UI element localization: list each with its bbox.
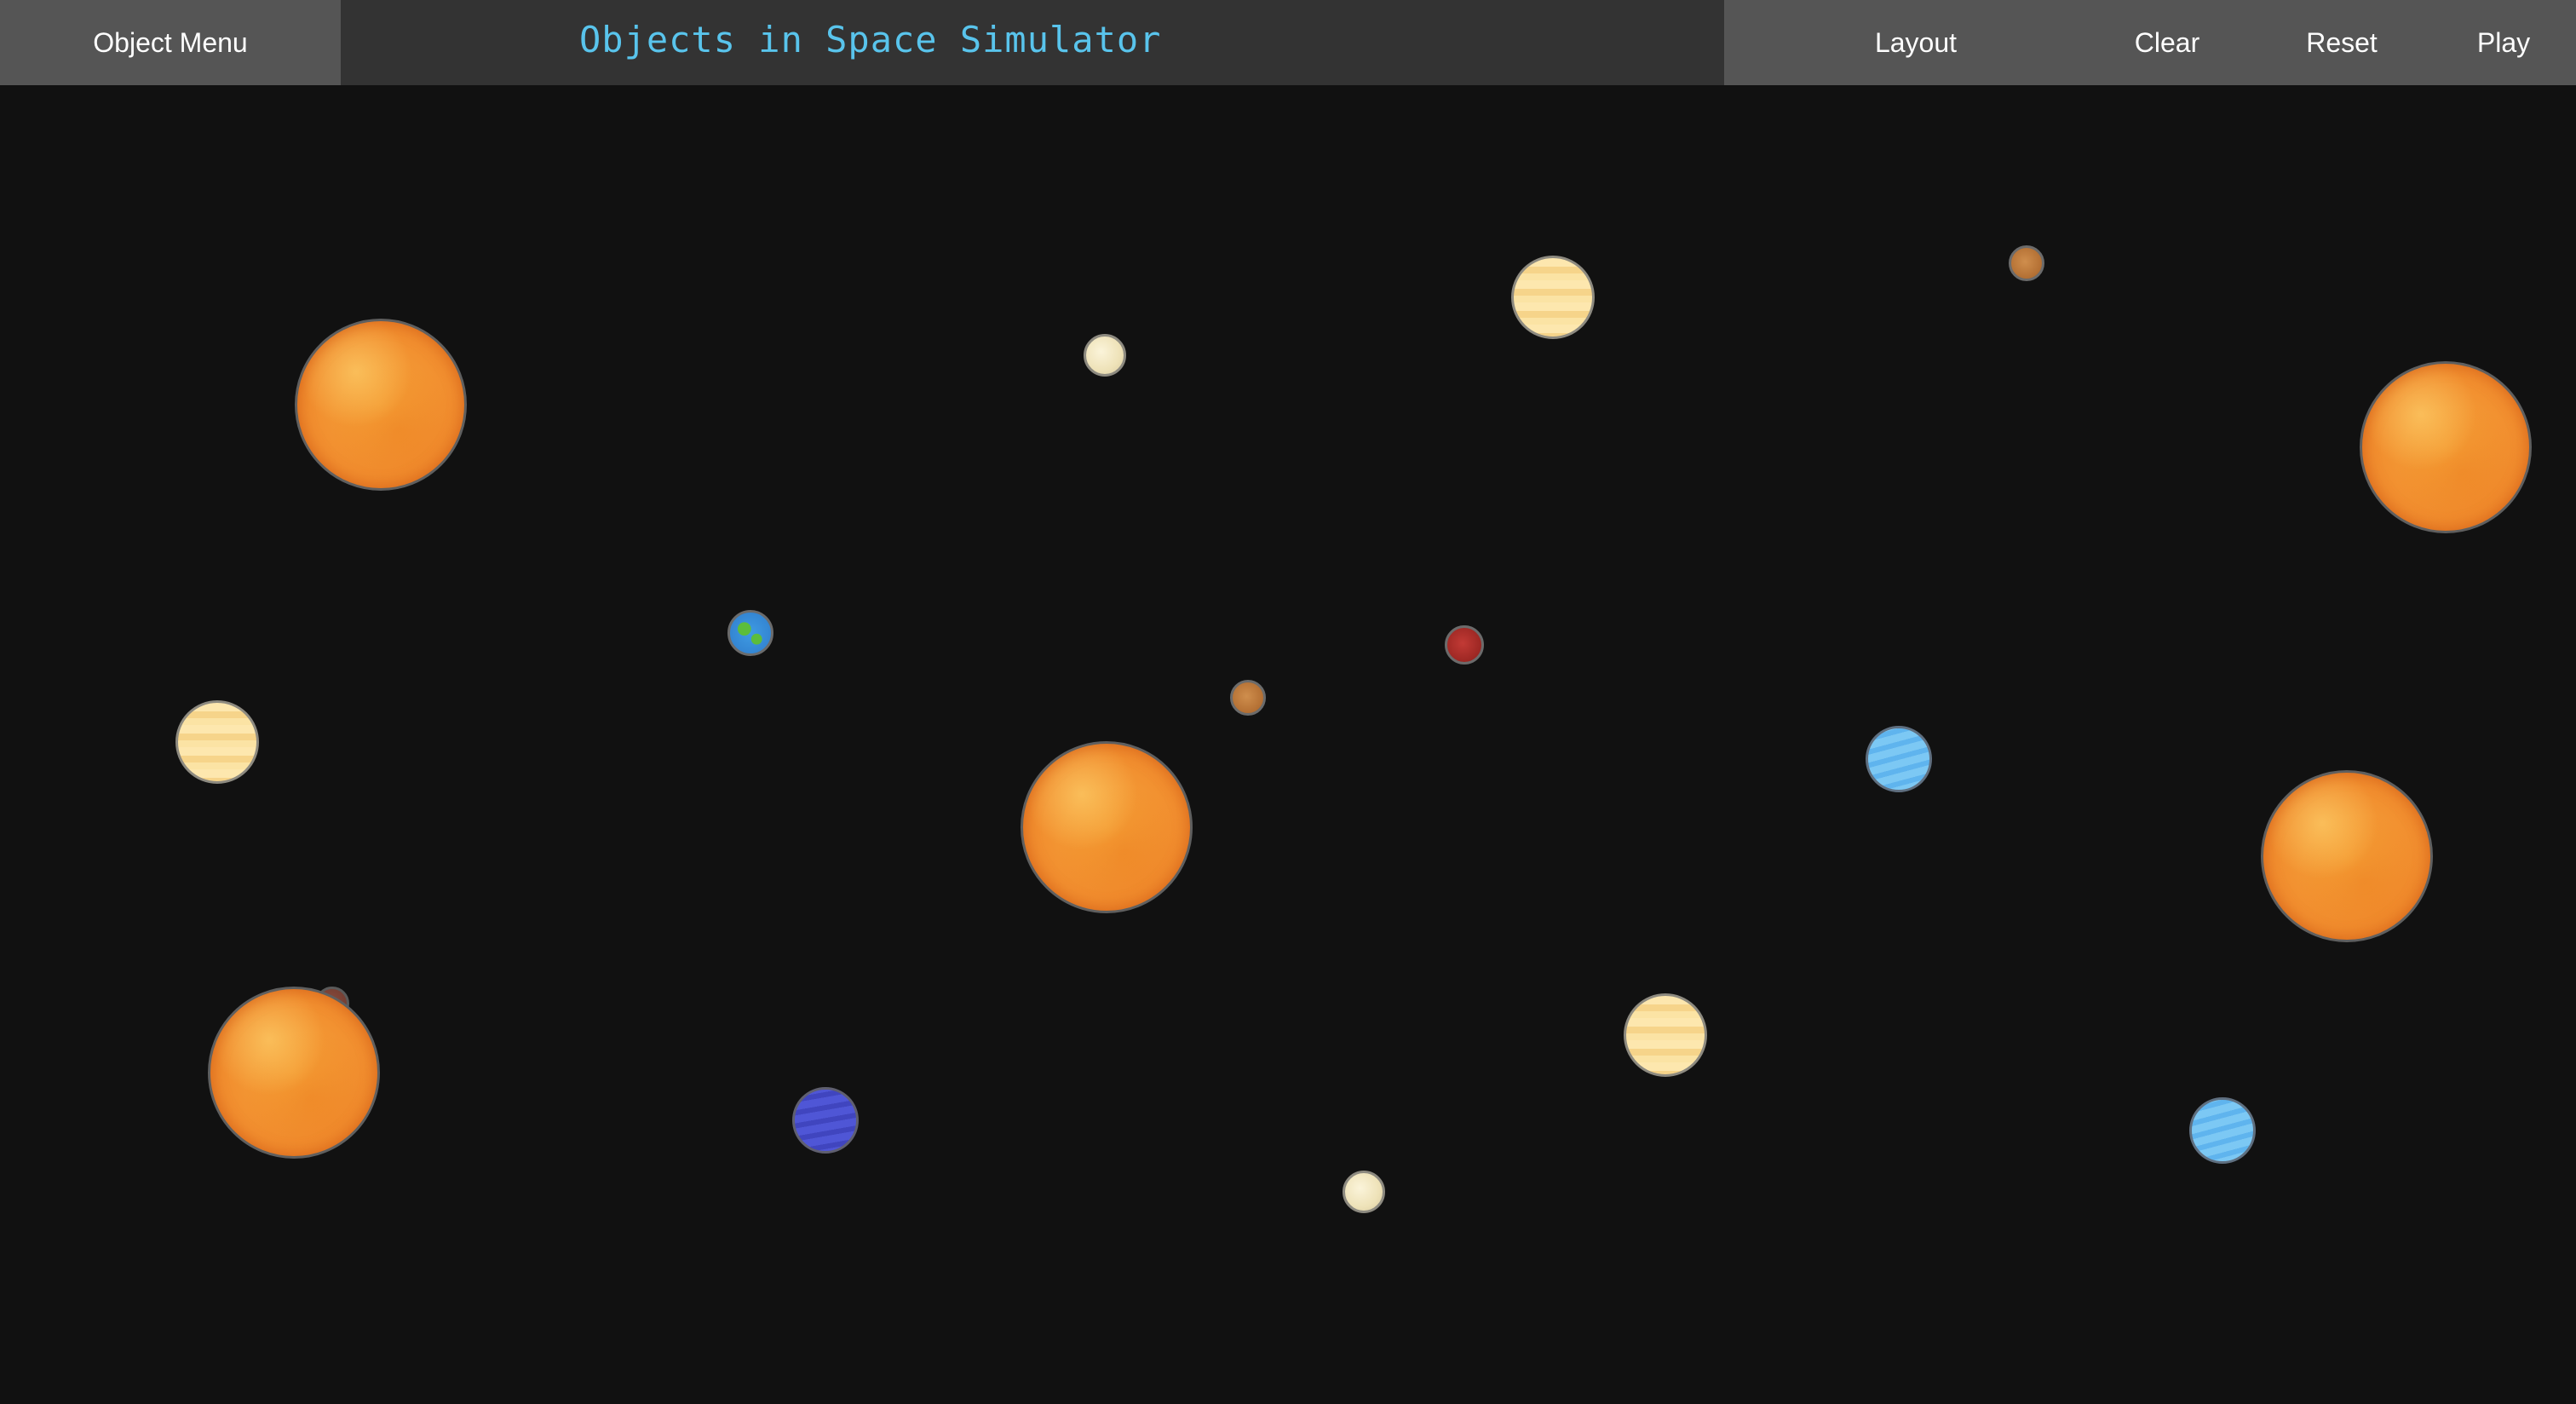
sun-object[interactable] [295,319,467,491]
sun-object[interactable] [2360,361,2532,533]
play-button[interactable]: Play [2431,0,2576,85]
top-bar: Object Menu Objects in Space Simulator L… [0,0,2576,85]
moon-object[interactable] [1343,1171,1385,1213]
rocky-planet-object[interactable] [1230,680,1266,716]
earth-planet-object[interactable] [727,610,773,656]
red-planet-object[interactable] [1445,625,1484,665]
clear-button[interactable]: Clear [2082,0,2252,85]
simulator-app: Object Menu Objects in Space Simulator L… [0,0,2576,1404]
ice-giant-object[interactable] [2189,1097,2256,1164]
page-title: Objects in Space Simulator [579,19,1162,60]
control-panel: Layout Clear Reset Play [1724,0,2576,85]
sun-object[interactable] [208,987,380,1159]
title-bar: Objects in Space Simulator [341,0,1724,85]
rocky-planet-object[interactable] [2009,245,2044,281]
layout-button[interactable]: Layout [1775,0,2056,85]
gas-giant-object[interactable] [1624,993,1707,1077]
ice-giant-object[interactable] [1866,726,1932,792]
reset-button[interactable]: Reset [2252,0,2431,85]
sun-object[interactable] [1021,741,1193,913]
sun-object[interactable] [2261,770,2433,942]
gas-giant-object[interactable] [175,700,259,784]
object-menu-button[interactable]: Object Menu [0,0,341,85]
gas-giant-object[interactable] [1511,256,1595,339]
neptune-planet-object[interactable] [792,1087,859,1154]
moon-object[interactable] [1084,334,1126,377]
space-canvas[interactable] [0,85,2576,1404]
